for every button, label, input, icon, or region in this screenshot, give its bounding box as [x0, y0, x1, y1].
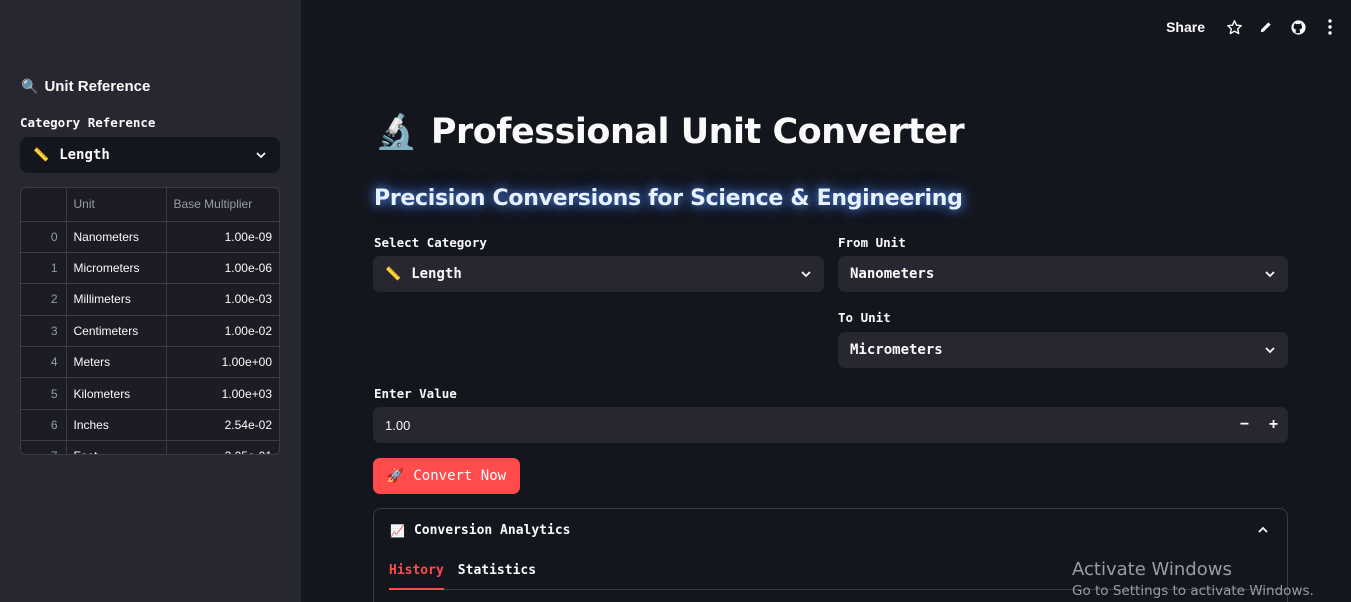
select-category-label: Select Category [374, 235, 487, 250]
table-row[interactable]: 7Feet3.05e-01 [21, 440, 279, 454]
convert-now-label: Convert Now [413, 468, 507, 484]
multiplier-cell: 1.00e-09 [166, 221, 279, 253]
watermark-title: Activate Windows [1072, 559, 1232, 580]
unit-reference-table[interactable]: Unit Base Multiplier 0 Nanometers 1.00e-09… [20, 187, 280, 455]
unit-cell: Nanometers [66, 221, 167, 253]
row-index: 4 [21, 346, 67, 379]
kebab-menu-icon[interactable] [1321, 18, 1339, 36]
multiplier-cell: 1.00e-02 [166, 315, 279, 348]
multiplier-cell: 1.00e+03 [166, 377, 279, 410]
multiplier-cell: 2.54e-02 [166, 409, 279, 442]
unit-cell: Kilometers [66, 377, 167, 410]
star-icon[interactable] [1225, 18, 1243, 36]
row-index: 2 [21, 283, 67, 316]
row-index: 6 [21, 409, 67, 442]
rocket-icon: 🚀 [386, 468, 405, 484]
row-index: 5 [21, 377, 67, 410]
to-unit-dropdown[interactable]: Micrometers [838, 332, 1288, 368]
unit-cell: Feet [66, 440, 167, 454]
magnifier-icon: 🔍 [21, 78, 39, 94]
row-index: 7 [21, 440, 67, 454]
ruler-icon: 📏 [33, 147, 50, 163]
chevron-down-icon [256, 152, 266, 159]
sidebar: 🔍 Unit Reference Category Reference 📏 Le… [0, 0, 301, 602]
category-reference-value: Length [59, 147, 110, 163]
select-category-dropdown[interactable]: 📏 Length [373, 256, 824, 292]
enter-value-label: Enter Value [374, 386, 457, 401]
from-unit-label: From Unit [838, 235, 906, 250]
chevron-down-icon [801, 271, 811, 278]
row-index: 0 [21, 221, 67, 253]
value-stepper: − + [1230, 416, 1288, 434]
from-unit-value: Nanometers [850, 266, 935, 282]
table-row[interactable]: 1 Micrometers 1.00e-06 [21, 252, 279, 285]
decrement-button[interactable]: − [1230, 416, 1259, 434]
pencil-icon[interactable] [1257, 18, 1275, 36]
multiplier-cell: 1.00e-06 [166, 252, 279, 285]
table-row[interactable]: 5 Kilometers 1.00e+03 [21, 377, 279, 410]
sidebar-header-text: Unit Reference [44, 78, 151, 95]
top-toolbar: Share [1166, 18, 1339, 36]
unit-cell: Centimeters [66, 315, 167, 348]
table-row[interactable]: 6 Inches 2.54e-02 [21, 409, 279, 442]
convert-now-button[interactable]: 🚀 Convert Now [373, 458, 520, 494]
table-row[interactable]: 4 Meters 1.00e+00 [21, 346, 279, 379]
watermark-subtitle: Go to Settings to activate Windows. [1072, 583, 1314, 599]
sidebar-header: 🔍 Unit Reference [21, 78, 150, 95]
select-category-value: Length [411, 266, 462, 282]
multiplier-cell: 1.00e-03 [166, 283, 279, 316]
analytics-title: Conversion Analytics [413, 523, 571, 538]
chart-increasing-icon: 📈 [390, 523, 405, 538]
increment-button[interactable]: + [1259, 416, 1288, 434]
tab-statistics[interactable]: Statistics [458, 561, 536, 590]
chevron-down-icon [1265, 271, 1275, 278]
tab-history[interactable]: History [389, 561, 444, 590]
table-row[interactable]: 0 Nanometers 1.00e-09 [21, 221, 279, 253]
chevron-down-icon [1265, 347, 1275, 354]
multiplier-cell: 1.00e+00 [166, 346, 279, 379]
github-icon[interactable] [1289, 18, 1307, 36]
value-number-input[interactable]: 1.00 − + [373, 407, 1288, 443]
share-button[interactable]: Share [1166, 19, 1205, 35]
row-index: 3 [21, 315, 67, 348]
row-index: 1 [21, 252, 67, 285]
index-column-header [21, 188, 67, 222]
unit-cell: Meters [66, 346, 167, 379]
unit-cell: Inches [66, 409, 167, 442]
table-header-row: Unit Base Multiplier [21, 188, 279, 222]
value-input-text[interactable]: 1.00 [385, 418, 410, 433]
windows-activation-watermark: Activate Windows Go to Settings to activ… [1072, 559, 1314, 599]
analytics-expander-header[interactable]: 📈 Conversion Analytics [390, 523, 571, 538]
table-row[interactable]: 3 Centimeters 1.00e-02 [21, 315, 279, 348]
table-row[interactable]: 2 Millimeters 1.00e-03 [21, 283, 279, 316]
unit-cell: Micrometers [66, 252, 167, 285]
page-title-text: Professional Unit Converter [430, 112, 965, 152]
microscope-icon: 🔬 [375, 112, 417, 152]
to-unit-label: To Unit [838, 310, 891, 325]
multiplier-cell: 3.05e-01 [166, 440, 279, 454]
category-reference-label: Category Reference [20, 115, 156, 130]
multiplier-column-header[interactable]: Base Multiplier [166, 188, 279, 222]
unit-column-header[interactable]: Unit [66, 188, 167, 222]
unit-cell: Millimeters [66, 283, 167, 316]
page-subtitle: Precision Conversions for Science & Engi… [374, 186, 963, 211]
chevron-up-icon[interactable] [1257, 524, 1269, 536]
to-unit-value: Micrometers [850, 342, 943, 358]
from-unit-dropdown[interactable]: Nanometers [838, 256, 1288, 292]
page-title: 🔬 Professional Unit Converter [375, 112, 965, 152]
category-reference-select[interactable]: 📏 Length [20, 137, 280, 173]
ruler-icon: 📏 [385, 266, 402, 282]
